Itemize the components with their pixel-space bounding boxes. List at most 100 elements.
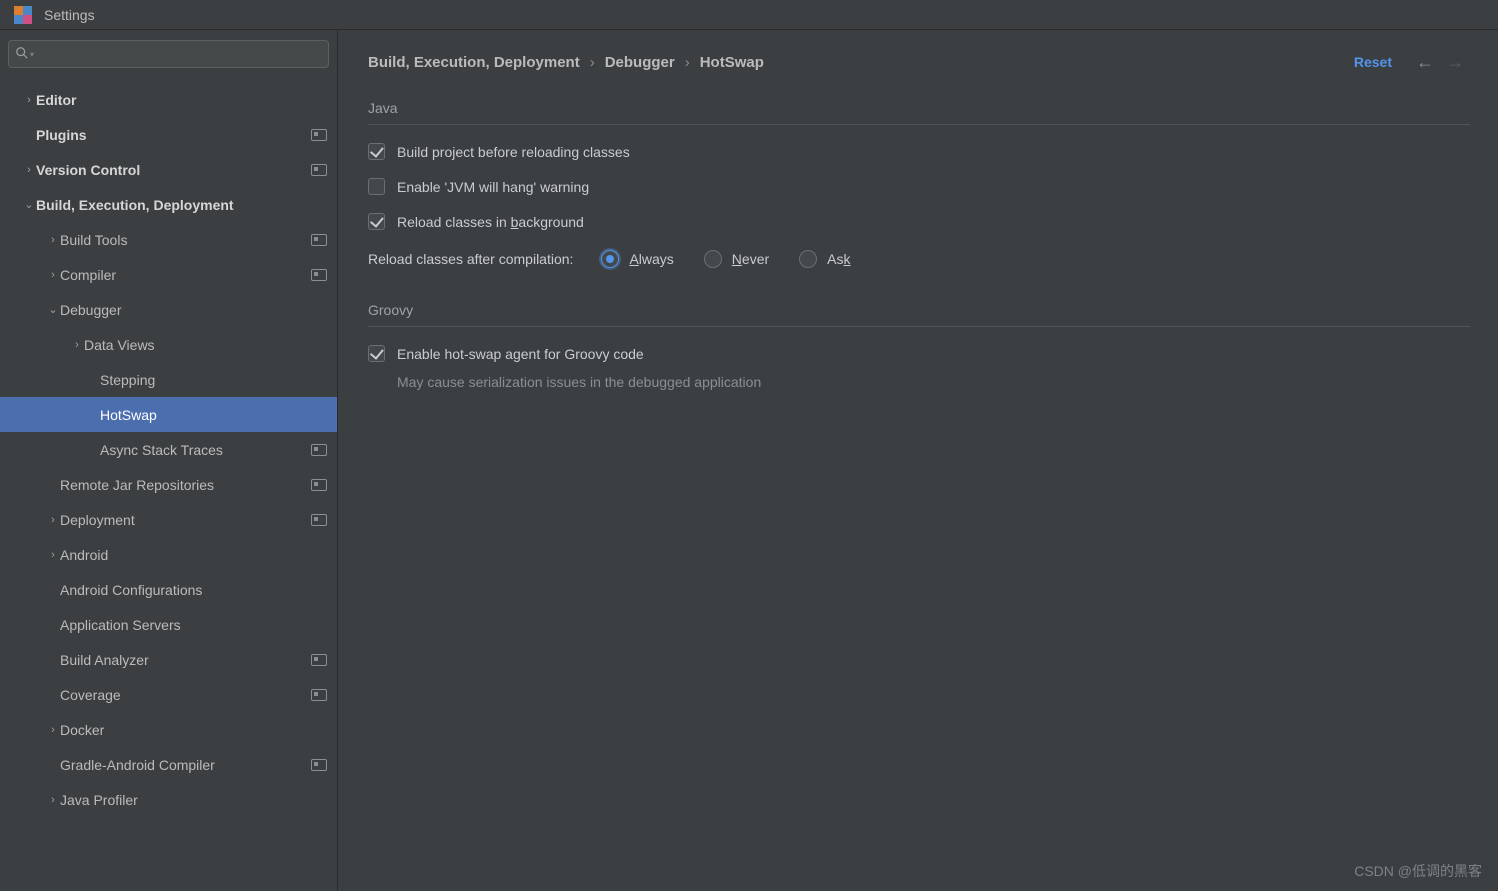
window-title: Settings (44, 7, 95, 23)
radio-ask[interactable]: Ask (799, 250, 850, 268)
search-field[interactable]: ▾ (8, 40, 329, 68)
sidebar-item-gradle-android-compiler[interactable]: ›Gradle-Android Compiler (0, 747, 337, 782)
sidebar-item-data-views[interactable]: ›Data Views (0, 327, 337, 362)
breadcrumb: Build, Execution, Deployment › Debugger … (368, 54, 1354, 71)
chevron-right-icon: › (685, 54, 690, 71)
reset-link[interactable]: Reset (1354, 54, 1392, 70)
radio-always[interactable]: Always (601, 250, 673, 268)
project-scope-icon (311, 654, 327, 666)
sidebar-item-label: Version Control (36, 162, 305, 178)
opt-reload-after-compilation: Reload classes after compilation: Always… (368, 250, 1470, 268)
sidebar-item-label: Docker (60, 722, 327, 738)
sidebar-item-application-servers[interactable]: ›Application Servers (0, 607, 337, 642)
sidebar-item-label: Android Configurations (60, 582, 327, 598)
sidebar-item-plugins[interactable]: ›Plugins (0, 117, 337, 152)
project-scope-icon (311, 759, 327, 771)
project-scope-icon (311, 444, 327, 456)
opt-build-before[interactable]: Build project before reloading classes (368, 143, 1470, 160)
chevron-right-icon: › (590, 54, 595, 71)
sidebar-item-label: Build Analyzer (60, 652, 305, 668)
chevron-right-icon[interactable]: › (46, 269, 60, 281)
sidebar-item-label: Remote Jar Repositories (60, 477, 305, 493)
sidebar-item-label: Java Profiler (60, 792, 327, 808)
sidebar-item-compiler[interactable]: ›Compiler (0, 257, 337, 292)
sidebar-item-label: Build, Execution, Deployment (36, 197, 327, 213)
chevron-down-icon[interactable]: ⌄ (22, 198, 36, 211)
chevron-right-icon[interactable]: › (46, 794, 60, 806)
sidebar-item-java-profiler[interactable]: ›Java Profiler (0, 782, 337, 817)
nav-back-icon[interactable]: ← (1410, 52, 1440, 73)
search-input[interactable] (8, 40, 329, 68)
sidebar-item-label: Application Servers (60, 617, 327, 633)
radio-never[interactable]: Never (704, 250, 769, 268)
project-scope-icon (311, 129, 327, 141)
chevron-right-icon[interactable]: › (46, 234, 60, 246)
sidebar-item-label: Plugins (36, 127, 305, 143)
watermark: CSDN @低调的黑客 (1354, 861, 1482, 881)
chevron-right-icon[interactable]: › (22, 164, 36, 176)
sidebar: ▾ ›Editor›Plugins›Version Control⌄Build,… (0, 30, 338, 891)
sidebar-item-deployment[interactable]: ›Deployment (0, 502, 337, 537)
sidebar-item-hotswap[interactable]: ›HotSwap (0, 397, 337, 432)
sidebar-item-debugger[interactable]: ⌄Debugger (0, 292, 337, 327)
opt-label: Enable hot-swap agent for Groovy code (397, 346, 644, 362)
sidebar-item-remote-jar-repositories[interactable]: ›Remote Jar Repositories (0, 467, 337, 502)
sidebar-item-async-stack-traces[interactable]: ›Async Stack Traces (0, 432, 337, 467)
opt-label: Build project before reloading classes (397, 144, 630, 160)
project-scope-icon (311, 234, 327, 246)
opt-groovy-hotswap[interactable]: Enable hot-swap agent for Groovy code (368, 345, 1470, 362)
section-groovy: Groovy Enable hot-swap agent for Groovy … (338, 296, 1470, 390)
opt-label: Reload classes in background (397, 214, 584, 230)
breadcrumb-seg-0[interactable]: Build, Execution, Deployment (368, 54, 580, 71)
sidebar-item-editor[interactable]: ›Editor (0, 82, 337, 117)
sidebar-item-coverage[interactable]: ›Coverage (0, 677, 337, 712)
breadcrumb-seg-1[interactable]: Debugger (605, 54, 675, 71)
radio-icon (799, 250, 817, 268)
sidebar-item-label: Build Tools (60, 232, 305, 248)
radio-icon (601, 250, 619, 268)
chevron-right-icon[interactable]: › (46, 514, 60, 526)
sidebar-item-label: Debugger (60, 302, 327, 318)
checkbox-icon[interactable] (368, 143, 385, 160)
sidebar-item-version-control[interactable]: ›Version Control (0, 152, 337, 187)
section-title-java: Java (368, 100, 1470, 125)
project-scope-icon (311, 269, 327, 281)
sidebar-item-label: Data Views (84, 337, 327, 353)
section-java: Java Build project before reloading clas… (338, 94, 1470, 296)
project-scope-icon (311, 479, 327, 491)
sidebar-item-docker[interactable]: ›Docker (0, 712, 337, 747)
sidebar-item-label: Deployment (60, 512, 305, 528)
sidebar-item-label: Android (60, 547, 327, 563)
opt-enable-jvm-warning[interactable]: Enable 'JVM will hang' warning (368, 178, 1470, 195)
checkbox-icon[interactable] (368, 345, 385, 362)
search-icon (15, 46, 29, 63)
project-scope-icon (311, 514, 327, 526)
opt-label: Enable 'JVM will hang' warning (397, 179, 589, 195)
chevron-right-icon[interactable]: › (70, 339, 84, 351)
chevron-right-icon[interactable]: › (46, 724, 60, 736)
breadcrumb-bar: Build, Execution, Deployment › Debugger … (338, 30, 1470, 94)
checkbox-icon[interactable] (368, 213, 385, 230)
sidebar-item-build-tools[interactable]: ›Build Tools (0, 222, 337, 257)
nav-forward-icon: → (1440, 52, 1470, 73)
app-logo-icon (14, 6, 32, 24)
chevron-down-icon[interactable]: ⌄ (46, 303, 60, 316)
opt-reload-background[interactable]: Reload classes in background (368, 213, 1470, 230)
search-history-icon[interactable]: ▾ (30, 50, 34, 59)
radio-group-label: Reload classes after compilation: (368, 251, 573, 267)
radio-icon (704, 250, 722, 268)
sidebar-item-build-execution-deployment[interactable]: ⌄Build, Execution, Deployment (0, 187, 337, 222)
sidebar-item-label: Stepping (100, 372, 327, 388)
breadcrumb-seg-2[interactable]: HotSwap (700, 54, 764, 71)
project-scope-icon (311, 164, 327, 176)
project-scope-icon (311, 689, 327, 701)
sidebar-item-label: HotSwap (100, 407, 327, 423)
sidebar-item-stepping[interactable]: ›Stepping (0, 362, 337, 397)
sidebar-item-android-configurations[interactable]: ›Android Configurations (0, 572, 337, 607)
chevron-right-icon[interactable]: › (46, 549, 60, 561)
sidebar-item-build-analyzer[interactable]: ›Build Analyzer (0, 642, 337, 677)
chevron-right-icon[interactable]: › (22, 94, 36, 106)
sidebar-item-android[interactable]: ›Android (0, 537, 337, 572)
titlebar: Settings (0, 0, 1498, 30)
checkbox-icon[interactable] (368, 178, 385, 195)
